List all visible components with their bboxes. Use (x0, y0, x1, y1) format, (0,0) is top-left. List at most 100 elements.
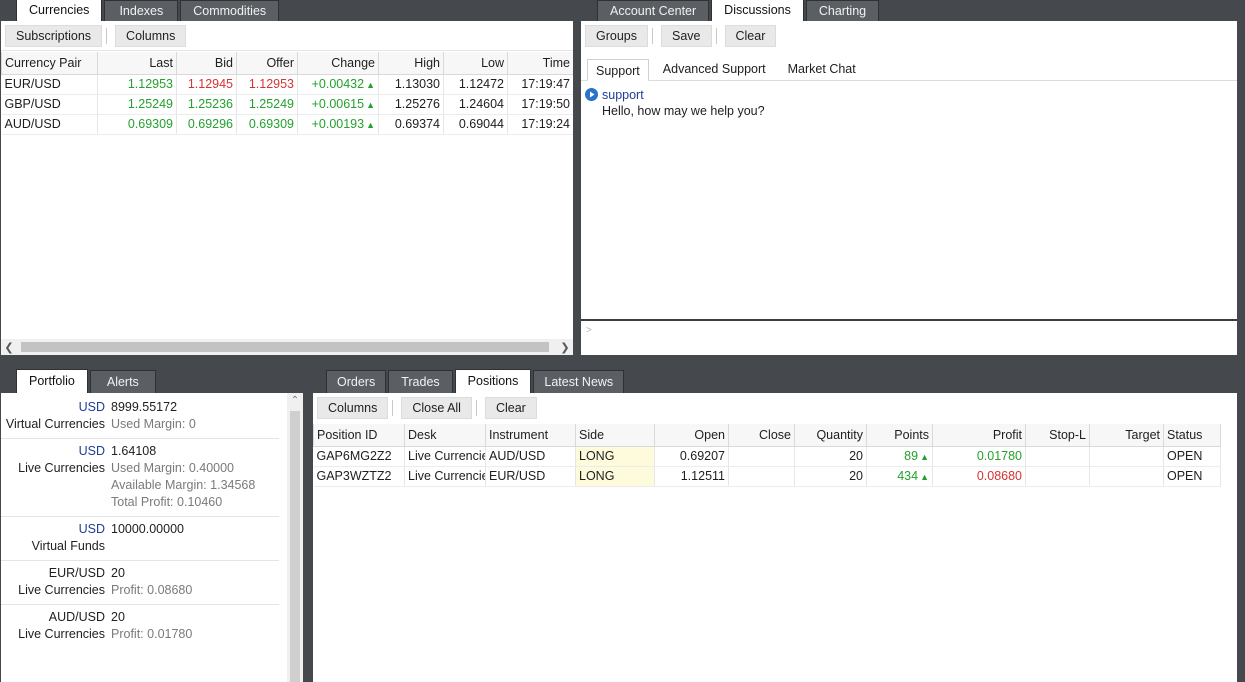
play-icon (585, 88, 598, 101)
col-points[interactable]: Points (866, 424, 933, 447)
clear-button[interactable]: Clear (724, 25, 777, 47)
col-side[interactable]: Side (575, 424, 655, 447)
cell-high: 1.25276 (378, 94, 444, 115)
columns-button[interactable]: Columns (115, 24, 187, 47)
portfolio-currency: AUD/USD (48, 610, 105, 624)
tab-indexes[interactable]: Indexes (104, 0, 179, 21)
quotes-tabbar: Currencies Indexes Commodities (16, 0, 280, 21)
cell-stop-loss (1025, 466, 1090, 487)
cell-side: LONG (575, 446, 655, 467)
discussions-panel: Groups Save Clear Support Advanced Suppo… (581, 21, 1237, 355)
scrollbar-thumb[interactable] (290, 411, 300, 682)
portfolio-detail: Used Margin: 0.40000 (111, 461, 235, 475)
subscriptions-button[interactable]: Subscriptions (5, 24, 103, 47)
cell-close (728, 446, 795, 467)
quotes-table: Currency Pair Last Bid Offer Change High… (1, 52, 573, 135)
tab-trades[interactable]: Trades (388, 370, 453, 393)
cell-close (728, 466, 795, 487)
cell-last: 1.25249 (97, 94, 177, 115)
positions-toolbar: Columns Close All Clear (313, 393, 1237, 423)
tab-currencies[interactable]: Currencies (16, 0, 103, 21)
col-time[interactable]: Time (507, 52, 573, 75)
tab-discussions[interactable]: Discussions (711, 0, 804, 21)
portfolio-item-virtual-currencies[interactable]: USD Virtual Currencies 8999.55172 Used M… (1, 395, 279, 439)
close-all-button[interactable]: Close All (401, 397, 472, 419)
cell-instrument: AUD/USD (485, 446, 576, 467)
portfolio-item-live-currencies[interactable]: USD Live Currencies 1.64108 Used Margin:… (1, 439, 279, 517)
columns-button[interactable]: Columns (317, 397, 389, 419)
cell-last: 0.69309 (97, 114, 177, 135)
tab-market-chat[interactable]: Market Chat (780, 58, 864, 80)
tab-alerts[interactable]: Alerts (89, 370, 156, 393)
portfolio-list: USD Virtual Currencies 8999.55172 Used M… (1, 393, 285, 682)
col-high[interactable]: High (378, 52, 444, 75)
table-row[interactable]: AUD/USD 0.69309 0.69296 0.69309 +0.00193… (1, 114, 573, 135)
quotes-horizontal-scrollbar[interactable]: ❮ ❯ (1, 339, 573, 355)
tab-orders[interactable]: Orders (326, 370, 387, 393)
cell-high: 1.13030 (378, 74, 444, 95)
cell-profit: 0.01780 (932, 446, 1026, 467)
discussion-channels: Support Advanced Support Market Chat (581, 51, 1237, 81)
chat-message: support Hello, how may we help you? (581, 81, 1237, 120)
portfolio-detail: Available Margin: 1.34568 (111, 478, 256, 492)
cell-offer: 0.69309 (236, 114, 298, 135)
col-currency-pair[interactable]: Currency Pair (1, 52, 98, 75)
scroll-right-icon[interactable]: ❯ (557, 341, 573, 354)
col-bid[interactable]: Bid (176, 52, 237, 75)
groups-button[interactable]: Groups (585, 25, 648, 47)
chat-input[interactable]: > (581, 319, 1237, 355)
cell-last: 1.12953 (97, 74, 177, 95)
cell-bid: 0.69296 (176, 114, 237, 135)
table-row[interactable]: GAP3WZTZ2 Live Currencies EUR/USD LONG 1… (313, 466, 1221, 487)
cell-points: 434 ▲ (866, 466, 933, 487)
cell-position-id: GAP3WZTZ2 (313, 466, 405, 487)
portfolio-vertical-scrollbar[interactable]: ⌃ (287, 393, 303, 682)
portfolio-tabbar: Portfolio Alerts (16, 369, 156, 393)
portfolio-item-virtual-funds[interactable]: USD Virtual Funds 10000.00000 (1, 517, 279, 561)
cell-status: OPEN (1163, 446, 1221, 467)
tab-portfolio[interactable]: Portfolio (16, 369, 88, 393)
col-profit[interactable]: Profit (932, 424, 1026, 447)
col-position-id[interactable]: Position ID (313, 424, 405, 447)
col-open[interactable]: Open (654, 424, 729, 447)
clear-button[interactable]: Clear (484, 397, 537, 419)
col-target[interactable]: Target (1089, 424, 1164, 447)
col-quantity[interactable]: Quantity (794, 424, 867, 447)
col-desk[interactable]: Desk (404, 424, 486, 447)
scroll-up-icon[interactable]: ⌃ (287, 395, 303, 406)
tab-commodities[interactable]: Commodities (180, 0, 280, 21)
col-instrument[interactable]: Instrument (485, 424, 576, 447)
change-value: +0.00615 (311, 97, 365, 111)
table-row[interactable]: EUR/USD 1.12953 1.12945 1.12953 +0.00432… (1, 74, 573, 95)
col-close[interactable]: Close (728, 424, 795, 447)
arrow-up-icon: ▲ (366, 120, 375, 130)
tab-charting[interactable]: Charting (805, 0, 880, 21)
tab-latest-news[interactable]: Latest News (533, 370, 625, 393)
scrollbar-thumb[interactable] (21, 342, 549, 352)
portfolio-item-audusd[interactable]: AUD/USD Live Currencies 20 Profit: 0.017… (1, 605, 279, 648)
col-stop-loss[interactable]: Stop-L (1025, 424, 1090, 447)
message-sender[interactable]: support (602, 88, 644, 102)
tab-account-center[interactable]: Account Center (597, 0, 710, 21)
table-row[interactable]: GAP6MG2Z2 Live Currencies AUD/USD LONG 0… (313, 446, 1221, 467)
toolbar-separator (475, 400, 477, 416)
tab-advanced-support[interactable]: Advanced Support (655, 58, 774, 80)
discussions-toolbar: Groups Save Clear (581, 21, 1237, 51)
tab-positions[interactable]: Positions (454, 369, 532, 393)
save-button[interactable]: Save (661, 25, 712, 47)
positions-tabbar: Orders Trades Positions Latest News (326, 369, 625, 393)
col-low[interactable]: Low (443, 52, 508, 75)
col-status[interactable]: Status (1163, 424, 1221, 447)
prompt-glyph: > (586, 325, 592, 336)
col-offer[interactable]: Offer (236, 52, 298, 75)
table-row[interactable]: GBP/USD 1.25249 1.25236 1.25249 +0.00615… (1, 94, 573, 115)
col-change[interactable]: Change (297, 52, 379, 75)
scroll-left-icon[interactable]: ❮ (1, 341, 17, 354)
portfolio-currency: EUR/USD (48, 566, 105, 580)
tab-support[interactable]: Support (587, 59, 649, 81)
arrow-up-icon: ▲ (920, 472, 929, 482)
portfolio-item-eurusd[interactable]: EUR/USD Live Currencies 20 Profit: 0.086… (1, 561, 279, 605)
cell-low: 1.24604 (443, 94, 508, 115)
cell-side: LONG (575, 466, 655, 487)
col-last[interactable]: Last (97, 52, 177, 75)
